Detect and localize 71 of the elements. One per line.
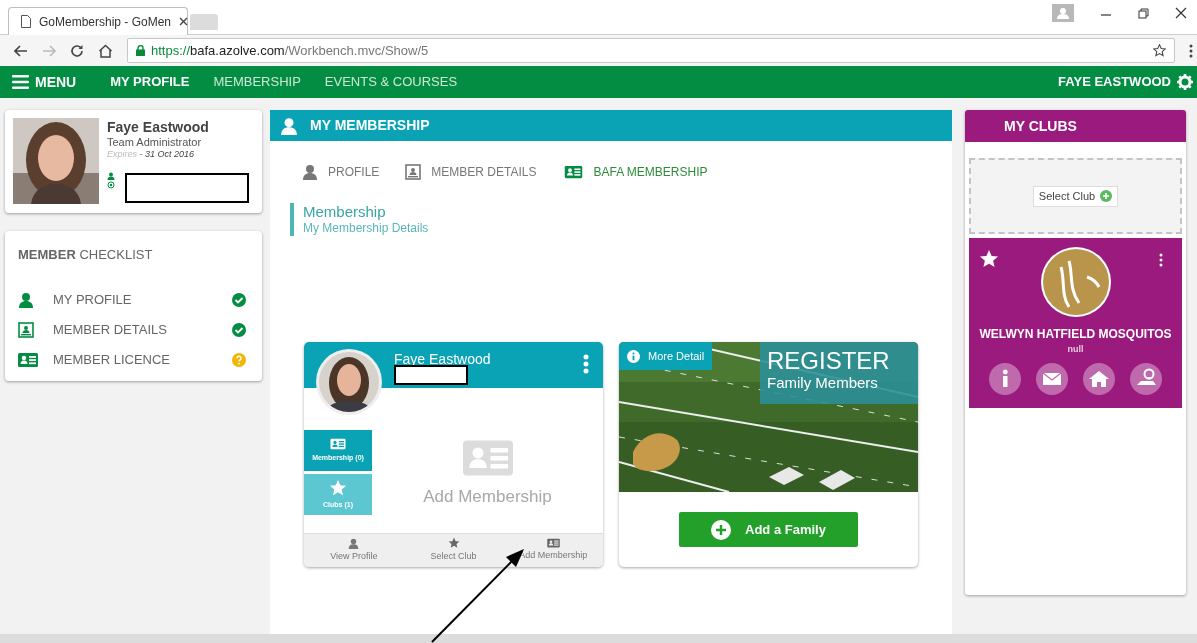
member-name: Faye Eastwood	[394, 350, 491, 369]
add-icon	[1100, 190, 1113, 202]
mail-icon[interactable]	[1036, 362, 1068, 395]
sub-tab[interactable]: BAFA MEMBERSHIP	[562, 163, 708, 181]
select-club-button[interactable]: Select Club	[1032, 185, 1119, 207]
person-icon	[107, 172, 115, 180]
back-icon[interactable]	[14, 44, 28, 57]
question-icon	[232, 352, 246, 367]
banner-subtitle: Family Members	[767, 374, 879, 392]
reload-icon[interactable]	[70, 43, 84, 58]
home-icon[interactable]	[1083, 362, 1115, 395]
badge-icon	[18, 321, 34, 338]
star-icon	[447, 537, 460, 550]
tab-title: GoMembership - GoMen	[39, 13, 172, 31]
star-icon[interactable]	[979, 249, 999, 269]
panel-title: MY CLUBS	[1004, 116, 1077, 136]
profile-role: Team Administrator	[107, 136, 203, 149]
info-icon	[627, 349, 640, 363]
person-icon	[280, 116, 298, 135]
club-subtitle: null	[1067, 343, 1084, 356]
checklist-item[interactable]: MEMBER LICENCE	[53, 349, 171, 370]
more-icon[interactable]	[1159, 253, 1163, 267]
nav-link[interactable]: MEMBERSHIP	[213, 72, 301, 92]
settings-icon[interactable]	[1177, 74, 1193, 90]
sub-tab[interactable]: PROFILE	[302, 163, 380, 181]
restore-icon[interactable]	[1138, 7, 1149, 19]
person-icon	[302, 164, 318, 180]
menu-button[interactable]: MENU	[12, 71, 77, 93]
nav-link[interactable]: EVENTS & COURSES	[324, 72, 458, 92]
id-card-icon	[330, 437, 346, 450]
footer-action[interactable]: Select Club	[403, 534, 504, 567]
check-icon	[232, 292, 246, 307]
lock-icon	[136, 45, 145, 56]
add-family-button[interactable]: Add a Family	[679, 512, 858, 547]
section-title: Membership	[303, 203, 387, 221]
scrollbar[interactable]	[0, 634, 1197, 643]
checklist-item[interactable]: MY PROFILE	[53, 289, 132, 310]
banner-title: REGISTER	[767, 348, 891, 374]
check-icon	[232, 322, 246, 337]
person-icon	[348, 537, 360, 549]
more-detail-button[interactable]: More Detail	[619, 342, 713, 370]
id-card-icon	[18, 351, 38, 368]
person-icon	[18, 291, 34, 308]
panel-title: MY MEMBERSHIP	[310, 116, 430, 135]
address-bar[interactable]: https://bafa.azolve.com/Workbench.mvc/Show/5	[127, 38, 1175, 63]
empty-state-text: Add Membership	[423, 486, 552, 508]
id-card-icon	[546, 538, 560, 549]
badge-icon	[405, 164, 422, 180]
close-icon[interactable]	[179, 17, 189, 26]
checklist-title: MEMBER CHECKLIST	[18, 246, 154, 264]
info-icon[interactable]	[989, 362, 1021, 395]
user-name[interactable]: FAYE EASTWOOD	[1058, 72, 1171, 92]
bookmark-star-icon[interactable]	[1153, 44, 1166, 57]
section-subtitle: My Membership Details	[303, 221, 430, 236]
nav-link[interactable]: MY PROFILE	[110, 72, 190, 92]
sub-tab[interactable]: MEMBER DETAILS	[405, 163, 537, 181]
browser-tab[interactable]: GoMembership - GoMen	[8, 7, 188, 35]
plus-icon	[711, 519, 732, 540]
footer-action[interactable]: View Profile	[304, 534, 404, 567]
close-icon[interactable]	[1175, 7, 1187, 19]
star-icon	[329, 478, 347, 497]
more-icon[interactable]	[1189, 43, 1193, 58]
menu-icon	[12, 75, 29, 89]
checklist-item[interactable]: MEMBER DETAILS	[53, 319, 167, 340]
home-icon[interactable]	[98, 43, 113, 58]
club-name: WELWYN HATFIELD MOSQUITOS	[979, 326, 1172, 343]
url-text: https://bafa.azolve.com/Workbench.mvc/Show/5	[151, 41, 429, 60]
id-card-icon	[562, 165, 584, 179]
page-icon	[21, 15, 31, 28]
expiry-date: Expires - 31 Oct 2016	[107, 149, 196, 160]
profile-name: Faye Eastwood	[107, 118, 209, 136]
